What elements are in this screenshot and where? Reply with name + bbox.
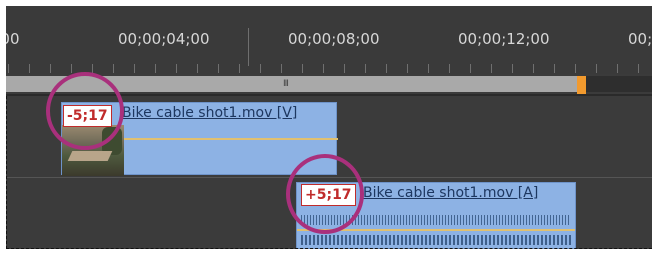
ruler-minor-tick bbox=[407, 64, 408, 73]
ruler-timecode-12s: 00;00;12;00 bbox=[458, 30, 550, 48]
ruler-minor-tick bbox=[155, 64, 156, 73]
ruler-minor-tick bbox=[344, 64, 345, 73]
ruler-minor-tick bbox=[575, 64, 576, 73]
ruler-minor-tick bbox=[8, 64, 9, 73]
ruler-minor-tick bbox=[197, 64, 198, 73]
video-clip-name: Bike cable shot1.mov [V] bbox=[122, 105, 298, 121]
ruler-minor-tick bbox=[554, 64, 555, 73]
ruler-minor-tick bbox=[92, 64, 93, 73]
timeline-panel: 00;00;00;00 00;00;04;00 00;00;08;00 00;0… bbox=[6, 6, 652, 249]
ruler-minor-tick bbox=[470, 64, 471, 73]
ruler-minor-tick bbox=[281, 64, 282, 73]
scrollbar-track-end bbox=[586, 76, 652, 92]
ruler-minor-tick bbox=[176, 64, 177, 73]
ruler-major-tick bbox=[248, 28, 249, 66]
ruler-minor-tick bbox=[50, 64, 51, 73]
ruler-minor-tick bbox=[596, 64, 597, 73]
video-clip-opacity-line[interactable] bbox=[124, 138, 338, 140]
ruler-timecode-4s: 00;00;04;00 bbox=[118, 30, 210, 48]
ruler-minor-tick bbox=[365, 64, 366, 73]
ruler-timecode-0: 00;00;00;00 bbox=[6, 30, 20, 48]
ruler-minor-tick bbox=[134, 64, 135, 73]
audio-waveform-right bbox=[301, 235, 571, 245]
ruler-minor-tick bbox=[386, 64, 387, 73]
ruler-timecode-8s: 00;00;08;00 bbox=[288, 30, 380, 48]
ruler-minor-tick bbox=[428, 64, 429, 73]
ruler-minor-tick bbox=[512, 64, 513, 73]
ruler-minor-tick bbox=[29, 64, 30, 73]
track-dashed-border bbox=[6, 96, 7, 249]
ruler-minor-tick bbox=[113, 64, 114, 73]
ruler-minor-tick bbox=[302, 64, 303, 73]
zoom-scrollbar-end-handle[interactable] bbox=[577, 76, 586, 94]
ruler-timecode-16s: 00;00;16;00 bbox=[628, 30, 652, 48]
track-dashed-border bbox=[6, 248, 652, 249]
time-ruler[interactable]: 00;00;00;00 00;00;04;00 00;00;08;00 00;0… bbox=[6, 6, 652, 74]
ruler-minor-tick bbox=[218, 64, 219, 73]
ruler-minor-tick bbox=[533, 64, 534, 73]
audio-clip-name: Bike cable shot1.mov [A] bbox=[363, 185, 539, 201]
callout-circle bbox=[286, 154, 364, 234]
callout-circle bbox=[46, 72, 124, 150]
scrollbar-grip-icon[interactable]: III bbox=[283, 79, 289, 89]
ruler-minor-tick bbox=[260, 64, 261, 73]
ruler-minor-tick bbox=[617, 64, 618, 73]
ruler-minor-tick bbox=[449, 64, 450, 73]
ruler-minor-tick bbox=[491, 64, 492, 73]
ruler-minor-tick bbox=[239, 64, 240, 73]
ruler-minor-tick bbox=[323, 64, 324, 73]
ruler-minor-tick bbox=[71, 64, 72, 73]
ruler-minor-tick bbox=[638, 64, 639, 73]
